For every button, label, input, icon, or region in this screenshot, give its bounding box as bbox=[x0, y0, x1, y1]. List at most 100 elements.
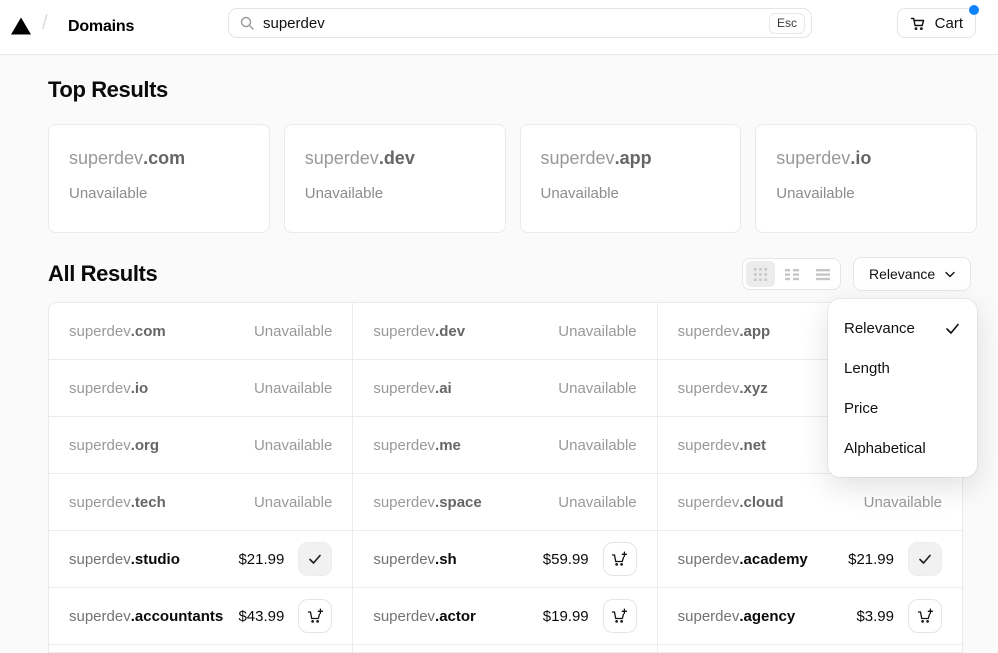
result-cell: superdev.orgUnavailable bbox=[49, 417, 353, 474]
price-and-action: $19.99 bbox=[543, 599, 637, 633]
price: $3.99 bbox=[856, 608, 894, 625]
add-to-cart-button[interactable] bbox=[298, 599, 332, 633]
domain-name: superdev.org bbox=[69, 437, 159, 454]
search-icon bbox=[239, 15, 255, 31]
price: $21.99 bbox=[238, 551, 284, 568]
chevron-down-icon bbox=[943, 267, 957, 281]
result-cell: superdev.ioUnavailable bbox=[49, 360, 353, 417]
domain-name: superdev.space bbox=[373, 494, 481, 511]
add-to-cart-button[interactable] bbox=[603, 542, 637, 576]
domain-name: superdev.com bbox=[69, 148, 249, 169]
domain-name: superdev.agency bbox=[678, 608, 796, 625]
domain-name: superdev.studio bbox=[69, 551, 180, 568]
availability-status: Unavailable bbox=[776, 185, 956, 202]
domain-name: superdev.io bbox=[776, 148, 956, 169]
price: $43.99 bbox=[238, 608, 284, 625]
sort-menu-item[interactable]: Length bbox=[828, 348, 977, 388]
result-cell: superdev.comUnavailable bbox=[49, 303, 353, 360]
domain-name: superdev.academy bbox=[678, 551, 808, 568]
availability-status: Unavailable bbox=[254, 323, 332, 340]
sort-menu-item[interactable]: Price bbox=[828, 388, 977, 428]
result-cell bbox=[658, 645, 962, 653]
compact-view-button[interactable] bbox=[777, 261, 806, 287]
sort-dropdown-button[interactable]: Relevance bbox=[853, 257, 971, 291]
top-results-cards: superdev.com Unavailable superdev.dev Unava… bbox=[48, 124, 977, 233]
check-icon bbox=[307, 551, 323, 567]
domain-name: superdev.xyz bbox=[678, 380, 768, 397]
domain-name: superdev.app bbox=[541, 148, 721, 169]
result-cell: superdev.cloud Unavailable bbox=[658, 474, 962, 531]
domain-name: superdev.tech bbox=[69, 494, 166, 511]
domain-name: superdev.actor bbox=[373, 608, 476, 625]
search-bar[interactable]: Esc bbox=[228, 8, 812, 38]
domain-card[interactable]: superdev.app Unavailable bbox=[520, 124, 742, 233]
result-cell: superdev.sh $59.99 bbox=[353, 531, 657, 588]
sort-menu-item[interactable]: Relevance bbox=[828, 308, 977, 348]
sort-menu-item-label: Length bbox=[844, 360, 890, 377]
results-table: superdev.comUnavailable superdev.dev Unava… bbox=[48, 302, 963, 653]
result-cell: superdev.techUnavailable bbox=[49, 474, 353, 531]
top-navbar: / Domains Esc Cart bbox=[0, 0, 998, 55]
result-cell: superdev.academy $21.99 bbox=[658, 531, 962, 588]
result-cell: superdev.studio $21.99 bbox=[49, 531, 353, 588]
domain-name: superdev.accountants bbox=[69, 608, 223, 625]
sort-menu-item-label: Alphabetical bbox=[844, 440, 926, 457]
domain-card[interactable]: superdev.com Unavailable bbox=[48, 124, 270, 233]
all-results-heading: All Results bbox=[48, 261, 157, 287]
result-cell: superdev.meUnavailable bbox=[353, 417, 657, 474]
domain-card[interactable]: superdev.dev Unavailable bbox=[284, 124, 506, 233]
price: $59.99 bbox=[543, 551, 589, 568]
result-cell: superdev.agency $3.99 bbox=[658, 588, 962, 645]
price-and-action: $21.99 bbox=[848, 542, 942, 576]
domain-name: superdev.ai bbox=[373, 380, 451, 397]
view-toggle-group bbox=[742, 258, 841, 290]
availability-status: Unavailable bbox=[558, 380, 636, 397]
domain-card[interactable]: superdev.io Unavailable bbox=[755, 124, 977, 233]
grid-view-button[interactable] bbox=[746, 261, 775, 287]
cart-button[interactable]: Cart bbox=[897, 8, 976, 38]
cart-add-icon bbox=[307, 608, 324, 625]
domain-name: superdev.dev bbox=[373, 323, 465, 340]
vercel-triangle-icon[interactable] bbox=[8, 13, 34, 44]
availability-status: Unavailable bbox=[558, 323, 636, 340]
cart-icon bbox=[910, 15, 927, 32]
sort-menu: Relevance Length Price Alphabetical bbox=[828, 299, 977, 477]
domain-name: superdev.dev bbox=[305, 148, 485, 169]
add-to-cart-button[interactable] bbox=[603, 599, 637, 633]
cart-add-icon bbox=[611, 551, 628, 568]
compact-view-icon bbox=[785, 268, 799, 281]
availability-status: Unavailable bbox=[864, 494, 942, 511]
in-cart-button[interactable] bbox=[298, 542, 332, 576]
in-cart-button[interactable] bbox=[908, 542, 942, 576]
domain-name: superdev.io bbox=[69, 380, 148, 397]
cart-notification-dot bbox=[969, 5, 979, 15]
result-cell: superdev.space Unavailable bbox=[353, 474, 657, 531]
domain-name: superdev.app bbox=[678, 323, 771, 340]
add-to-cart-button[interactable] bbox=[908, 599, 942, 633]
result-cell: superdev.ai Unavailable bbox=[353, 360, 657, 417]
price-and-action: $3.99 bbox=[856, 599, 942, 633]
availability-status: Unavailable bbox=[558, 494, 636, 511]
result-cell: superdev.actor $19.99 bbox=[353, 588, 657, 645]
price: $21.99 bbox=[848, 551, 894, 568]
sort-menu-item[interactable]: Alphabetical bbox=[828, 428, 977, 468]
cart-add-icon bbox=[611, 608, 628, 625]
grid-view-icon bbox=[754, 268, 767, 281]
availability-status: Unavailable bbox=[69, 185, 249, 202]
price-and-action: $43.99 bbox=[238, 599, 332, 633]
check-icon bbox=[917, 551, 933, 567]
list-view-button[interactable] bbox=[808, 261, 837, 287]
availability-status: Unavailable bbox=[541, 185, 721, 202]
price-and-action: $59.99 bbox=[543, 542, 637, 576]
result-cell bbox=[353, 645, 657, 653]
page-title: Domains bbox=[68, 14, 134, 40]
price-and-action: $21.99 bbox=[238, 542, 332, 576]
price: $19.99 bbox=[543, 608, 589, 625]
domain-name: superdev.sh bbox=[373, 551, 456, 568]
search-input[interactable] bbox=[263, 15, 769, 32]
result-cell: superdev.accountants $43.99 bbox=[49, 588, 353, 645]
availability-status: Unavailable bbox=[305, 185, 485, 202]
sort-menu-item-label: Relevance bbox=[844, 320, 915, 337]
breadcrumb-separator: / bbox=[42, 12, 48, 35]
domain-name: superdev.cloud bbox=[678, 494, 784, 511]
